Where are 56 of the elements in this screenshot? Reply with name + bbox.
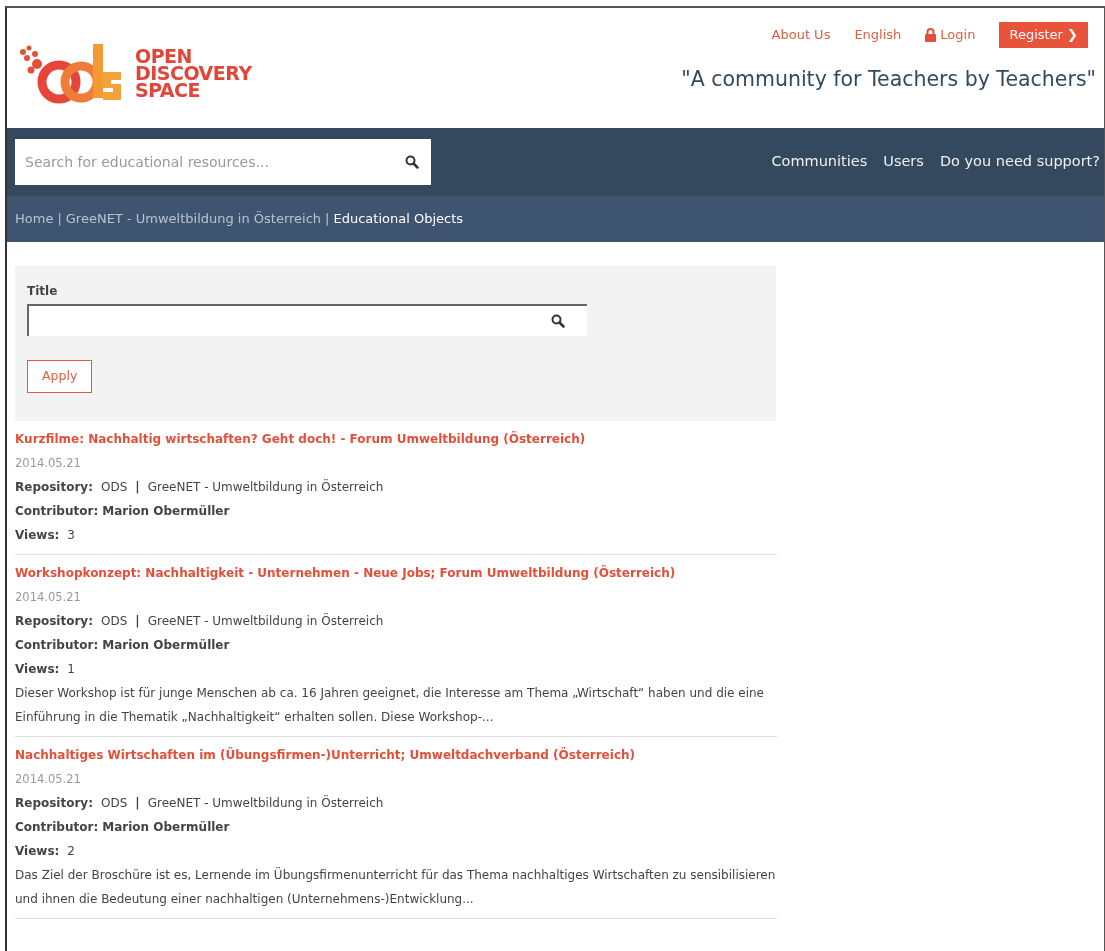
breadcrumb-link[interactable]: Educational Objects — [333, 209, 464, 229]
repository-value: ODS — [101, 794, 128, 812]
nav-link[interactable]: About Us — [771, 25, 831, 45]
nav-link[interactable]: Do you need support? — [939, 151, 1100, 173]
lock-icon — [925, 27, 937, 42]
result-date: 2014.05.21 — [15, 771, 81, 786]
repository-value: ODS — [101, 478, 128, 496]
title-field[interactable] — [27, 304, 551, 336]
views-label: Views: — [15, 526, 60, 544]
contributor-label: Contributor: — [15, 502, 99, 520]
breadcrumb-separator: | — [57, 210, 62, 229]
community-value: GreeNET - Umweltbildung in Österreich — [147, 612, 384, 630]
result-date: 2014.05.21 — [15, 589, 81, 604]
result-title[interactable]: Workshopkonzept: Nachhaltigkeit - Unternehmen - Neue Jobs; Forum Umweltbildung (Österreich) — [15, 565, 676, 580]
nav-link[interactable]: Communities — [771, 151, 868, 173]
breadcrumb-link[interactable]: GreeNET - Umweltbildung in Österreich — [65, 209, 322, 229]
search-field[interactable]: Search for educational resources... — [15, 139, 405, 185]
repository-label: Repository: — [15, 794, 93, 812]
separator: | — [135, 612, 140, 630]
logo-text: SPACE — [135, 81, 200, 99]
contributor-label: Contributor: — [15, 636, 99, 654]
views-count: 3 — [67, 526, 75, 544]
logo-text: DISCOVERY — [135, 64, 252, 82]
views-label: Views: — [15, 660, 60, 678]
contributor-name: Marion Obermüller — [102, 818, 230, 836]
breadcrumb-separator: | — [325, 210, 330, 229]
repository-label: Repository: — [15, 478, 93, 496]
nav-link[interactable]: English — [854, 25, 902, 45]
contributor-name: Marion Obermüller — [102, 502, 230, 520]
login-link[interactable]: Login — [925, 25, 976, 45]
logo-text: OPEN — [135, 47, 192, 65]
separator: | — [135, 478, 140, 496]
community-value: GreeNET - Umweltbildung in Österreich — [147, 794, 384, 812]
chevron-icon: ❯ — [1067, 27, 1078, 42]
nav-link[interactable]: Users — [883, 151, 924, 173]
search-icon[interactable] — [405, 139, 431, 185]
register-button[interactable]: Register ❯ — [999, 22, 1088, 48]
views-label: Views: — [15, 842, 60, 860]
result-title[interactable]: Kurzfilme: Nachhaltig wirtschaften? Geht doch! - Forum Umweltbildung (Österreich) — [15, 431, 586, 446]
result-date: 2014.05.21 — [15, 455, 81, 470]
views-count: 2 — [67, 842, 75, 860]
tagline: "A community for Teachers by Teachers" — [681, 65, 1096, 93]
views-count: 1 — [67, 660, 75, 678]
search-icon[interactable] — [551, 304, 587, 336]
apply-button[interactable]: Apply — [27, 360, 93, 393]
field-label: Title — [27, 283, 59, 300]
result-title[interactable]: Nachhaltiges Wirtschaften im (Übungsfirmen-)Unterricht; Umweltdachverband (Österreich) — [15, 747, 635, 762]
result-description: Das Ziel der Broschüre ist es, Lernende im Übungsfirmenunterricht für das Thema nachhaltiges Wirtschaften zu sensibilisieren und ihnen die Bedeutung einer nachhaltigen (Unternehmens-)Entwicklung... — [15, 866, 777, 908]
breadcrumb-link[interactable]: Home — [15, 209, 54, 229]
repository-value: ODS — [101, 612, 128, 630]
contributor-label: Contributor: — [15, 818, 99, 836]
result-description: Dieser Workshop ist für junge Menschen ab ca. 16 Jahren geeignet, die Interesse am Thema „Wirtschaft“ haben und die eine Einführung in die Thematik „Nachhaltigkeit“ erhalten sollen. Diese Workshop-... — [15, 684, 765, 726]
repository-label: Repository: — [15, 612, 93, 630]
community-value: GreeNET - Umweltbildung in Österreich — [147, 478, 384, 496]
contributor-name: Marion Obermüller — [102, 636, 230, 654]
separator: | — [135, 794, 140, 812]
